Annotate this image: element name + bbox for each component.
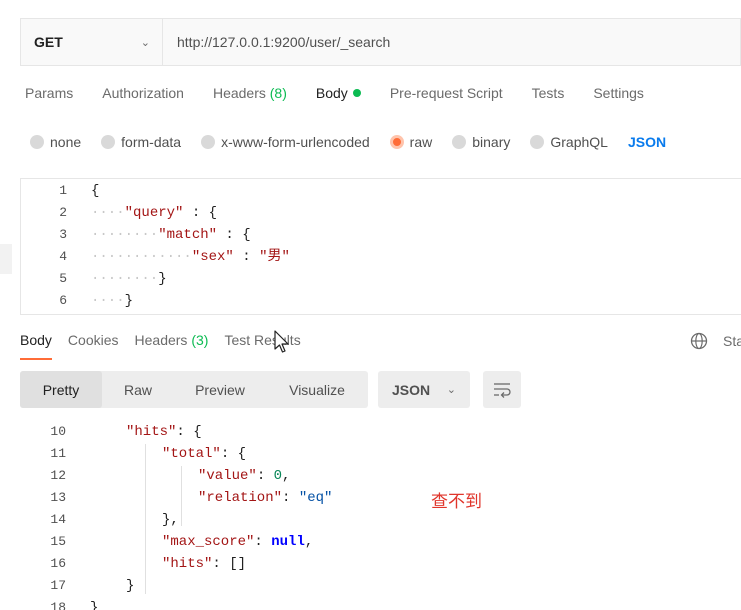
radio-selected-icon <box>389 135 404 149</box>
response-tabs: Body Cookies Headers (3) Test Results <box>20 332 317 360</box>
view-pretty-button[interactable]: Pretty <box>20 371 102 408</box>
tab-headers[interactable]: Headers (8) <box>213 85 287 109</box>
tab-params[interactable]: Params <box>25 85 73 109</box>
wrap-lines-button[interactable] <box>483 371 521 408</box>
annotation-text: 查不到 <box>431 492 482 512</box>
response-view-segment: Pretty Raw Preview Visualize <box>20 371 368 408</box>
radio-graphql-label: GraphQL <box>550 134 608 150</box>
radio-form-data[interactable]: form-data <box>101 134 181 150</box>
radio-urlencoded[interactable]: x-www-form-urlencoded <box>201 134 370 150</box>
method-select[interactable]: GET ⌄ <box>21 19 163 65</box>
code-line: "max_score": null, <box>162 534 314 550</box>
tab-settings[interactable]: Settings <box>593 85 644 109</box>
line-number: 17 <box>50 578 66 593</box>
side-strip <box>0 244 12 274</box>
line-number: 4 <box>59 249 67 264</box>
code-line: "hits": { <box>126 424 202 440</box>
radio-icon <box>101 135 116 149</box>
tab-authorization[interactable]: Authorization <box>102 85 184 109</box>
radio-binary-label: binary <box>472 134 511 150</box>
line-number: 3 <box>59 227 67 242</box>
response-body-viewer[interactable]: 10 11 12 13 14 15 16 17 18 "hits": { "to… <box>20 420 741 610</box>
code-line: } <box>126 578 135 594</box>
line-number: 15 <box>50 534 66 549</box>
line-number: 11 <box>50 446 66 461</box>
method-label: GET <box>34 34 63 50</box>
code-line: "total": { <box>162 446 247 462</box>
code-line: }, <box>162 512 179 528</box>
response-headers-count: (3) <box>191 332 209 348</box>
line-number: 1 <box>59 183 67 198</box>
radio-raw-label: raw <box>409 134 433 150</box>
line-number: 6 <box>59 293 67 308</box>
request-bar: GET ⌄ http://127.0.0.1:9200/user/_search <box>20 18 741 66</box>
request-body-editor[interactable]: 1 2 3 4 5 6 { ····"query" : { ········"m… <box>20 178 741 315</box>
radio-icon <box>201 135 216 149</box>
url-input[interactable]: http://127.0.0.1:9200/user/_search <box>163 19 740 65</box>
code-line: "relation": "eq" <box>198 490 333 506</box>
tab-response-headers-label: Headers <box>134 332 188 348</box>
radio-form-data-label: form-data <box>121 134 182 150</box>
modified-dot-icon <box>352 89 361 97</box>
code-line: ····} <box>91 293 134 309</box>
code-line: "value": 0, <box>198 468 291 484</box>
radio-raw[interactable]: raw <box>389 134 433 150</box>
radio-graphql[interactable]: GraphQL <box>530 134 608 150</box>
view-visualize-button[interactable]: Visualize <box>266 371 368 408</box>
url-value: http://127.0.0.1:9200/user/_search <box>177 34 391 50</box>
radio-none[interactable]: none <box>30 134 81 150</box>
code-line: } <box>90 600 99 610</box>
tab-body[interactable]: Body <box>316 85 361 109</box>
code-line: ········} <box>91 271 167 287</box>
line-number: 13 <box>50 490 66 505</box>
code-line: ········"match" : { <box>91 227 251 243</box>
globe-icon[interactable] <box>690 332 708 350</box>
request-tabs: Params Authorization Headers (8) Body Pr… <box>25 85 673 109</box>
body-type-radios: none form-data x-www-form-urlencoded raw… <box>30 130 666 154</box>
line-number: 10 <box>50 424 66 439</box>
line-number: 18 <box>50 600 66 610</box>
wrap-lines-icon <box>494 383 511 398</box>
tab-body-label: Body <box>315 85 348 101</box>
code-line: ············"sex" : "男" <box>91 249 290 265</box>
view-raw-button[interactable]: Raw <box>102 371 174 408</box>
radio-none-label: none <box>50 134 82 150</box>
line-number: 12 <box>50 468 66 483</box>
tab-pre-request-script[interactable]: Pre-request Script <box>390 85 503 109</box>
radio-icon <box>530 135 545 149</box>
line-number: 16 <box>50 556 66 571</box>
chevron-down-icon: ⌄ <box>140 36 150 49</box>
body-format-select[interactable]: JSON <box>628 134 666 150</box>
response-status-label: Sta <box>723 333 741 349</box>
mouse-cursor-icon <box>274 330 289 353</box>
radio-binary[interactable]: binary <box>452 134 510 150</box>
tab-tests[interactable]: Tests <box>532 85 565 109</box>
view-preview-button[interactable]: Preview <box>174 371 266 408</box>
tab-cookies[interactable]: Cookies <box>68 332 119 360</box>
code-line: ····"query" : { <box>91 205 218 221</box>
radio-icon <box>452 135 467 149</box>
chevron-down-icon: ⌄ <box>446 384 456 396</box>
line-number: 14 <box>50 512 66 527</box>
response-format-label: JSON <box>392 381 431 398</box>
tab-headers-label: Headers <box>212 85 266 101</box>
line-number: 2 <box>59 205 67 220</box>
tab-response-headers[interactable]: Headers (3) <box>135 332 209 360</box>
headers-count: (8) <box>269 85 287 101</box>
line-number: 5 <box>59 271 67 286</box>
code-line: "hits": [] <box>162 556 247 572</box>
radio-icon <box>30 135 44 149</box>
radio-urlencoded-label: x-www-form-urlencoded <box>221 134 370 150</box>
response-format-select[interactable]: JSON ⌄ <box>378 371 470 408</box>
tab-response-body[interactable]: Body <box>20 332 52 360</box>
code-line: { <box>91 183 100 199</box>
